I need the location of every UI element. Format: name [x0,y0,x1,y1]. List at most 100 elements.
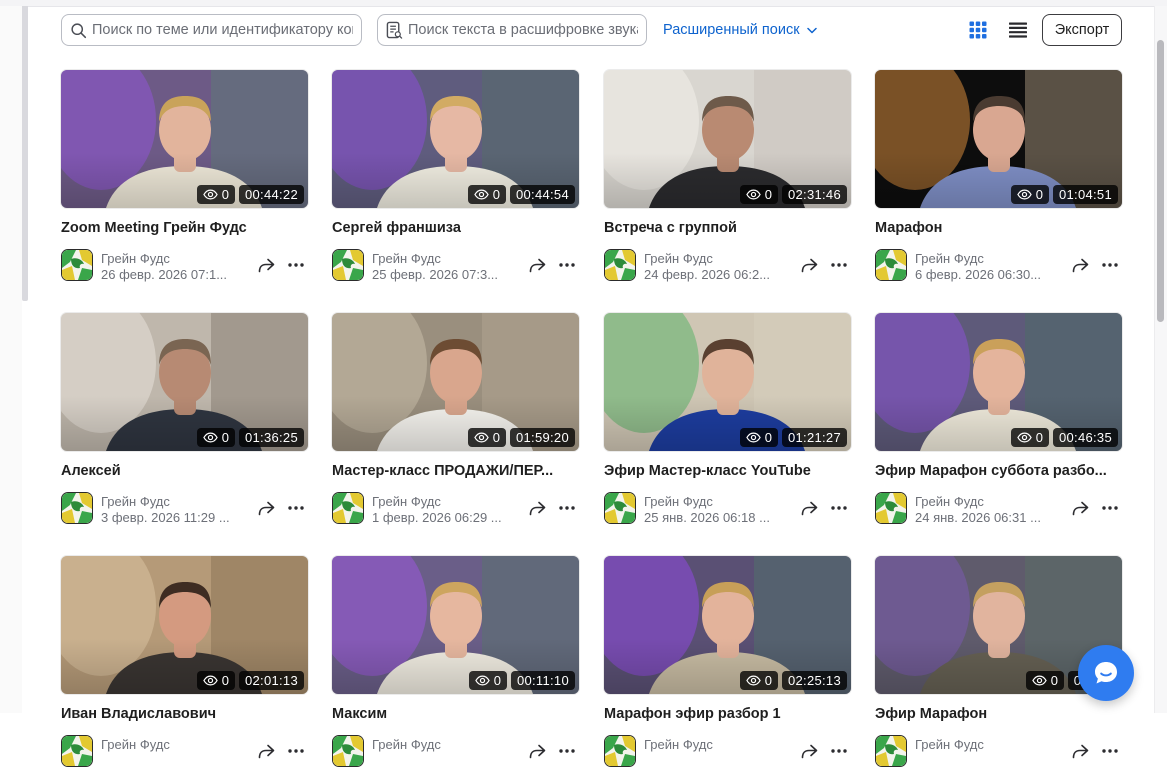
grid-view-button[interactable] [966,18,990,42]
recording-title[interactable]: Встреча с группой [604,220,851,236]
recording-title[interactable]: Алексей [61,463,308,479]
share-arrow-icon [529,258,545,272]
more-options-button[interactable] [1099,740,1121,762]
owner-avatar [61,492,93,524]
share-button[interactable] [255,497,277,519]
recording-thumbnail[interactable]: 0 00:11:10 [332,556,579,694]
recording-date: 24 янв. 2026 06:31 ... [915,510,1041,525]
share-button[interactable] [1069,497,1091,519]
view-count-badge: 0 [196,428,235,447]
view-count: 0 [493,673,501,688]
recording-title[interactable]: Эфир Марафон [875,706,1122,722]
recording-thumbnail[interactable]: 0 00:44:54 [332,70,579,208]
recording-thumbnail[interactable]: 0 02:31:46 [604,70,851,208]
owner-name: Грейн Фудс [372,251,441,266]
owner-name: Грейн Фудс [644,737,713,752]
more-horizontal-icon [288,749,304,753]
share-arrow-icon [801,501,817,515]
more-options-button[interactable] [828,254,850,276]
more-options-button[interactable] [285,254,307,276]
recording-title[interactable]: Сергей франшиза [332,220,579,236]
owner-avatar [332,492,364,524]
transcript-search-input[interactable] [408,22,638,38]
more-options-button[interactable] [1099,254,1121,276]
view-count-badge: 0 [196,185,235,204]
recording-title[interactable]: Марафон [875,220,1122,236]
export-button[interactable]: Экспорт [1042,14,1122,46]
more-options-button[interactable] [1099,497,1121,519]
recording-title[interactable]: Иван Владиславович [61,706,308,722]
recording-title[interactable]: Мастер-класс ПРОДАЖИ/ПЕР... [332,463,579,479]
recording-thumbnail[interactable]: 0 02:01:13 [61,556,308,694]
more-options-button[interactable] [556,740,578,762]
owner-avatar [332,249,364,281]
recording-card[interactable]: 0 01:04:51 Марафон Грейн Фудс 6 февр. 20… [875,70,1122,295]
list-view-button[interactable] [1006,18,1030,42]
recording-card[interactable]: 0 00:44:22 Zoom Meeting Грейн Фудс Грейн… [61,70,308,295]
eye-icon [746,675,761,686]
recording-title[interactable]: Эфир Марафон суббота разбо... [875,463,1122,479]
more-options-button[interactable] [556,497,578,519]
more-options-button[interactable] [828,740,850,762]
recording-card[interactable]: 0 02:25:13 Марафон эфир разбор 1 Грейн Ф… [604,556,851,781]
recording-card[interactable]: 0 02:31:46 Встреча с группой Грейн Фудс … [604,70,851,295]
share-button[interactable] [255,740,277,762]
recording-title[interactable]: Эфир Мастер-класс YouTube [604,463,851,479]
share-arrow-icon [1072,744,1088,758]
eye-icon [1032,675,1047,686]
share-arrow-icon [258,258,274,272]
recording-title[interactable]: Максим [332,706,579,722]
recording-meta: Грейн Фудс 3 февр. 2026 11:29 ... [61,492,308,526]
duration-text: 00:11:10 [516,673,569,688]
advanced-search-dropdown[interactable]: Расширенный поиск [663,14,817,46]
share-button[interactable] [1069,254,1091,276]
more-options-button[interactable] [285,497,307,519]
share-button[interactable] [255,254,277,276]
recording-meta: Грейн Фудс 25 февр. 2026 07:3... [332,249,579,283]
page-scrollbar-thumb[interactable] [1157,40,1164,322]
recording-thumbnail[interactable]: 0 00:44:22 [61,70,308,208]
topic-search-box[interactable] [61,14,362,46]
recording-card[interactable]: 0 02:01:13 Иван Владиславович Грейн Фудс [61,556,308,781]
recording-title[interactable]: Марафон эфир разбор 1 [604,706,851,722]
recording-meta: Грейн Фудс 26 февр. 2026 07:1... [61,249,308,283]
support-chat-button[interactable] [1078,645,1134,701]
share-button[interactable] [798,740,820,762]
view-count-badge: 0 [1025,671,1064,690]
share-button[interactable] [798,497,820,519]
share-button[interactable] [798,254,820,276]
recording-title[interactable]: Zoom Meeting Грейн Фудс [61,220,308,236]
transcript-search-box[interactable] [377,14,647,46]
recording-card[interactable]: 0 00:11:10 Максим Грейн Фудс [332,556,579,781]
recording-card[interactable]: 0 01:21:27 Эфир Мастер-класс YouTube Гре… [604,313,851,538]
recording-thumbnail[interactable]: 0 01:59:20 [332,313,579,451]
duration-badge: 00:46:35 [1052,428,1118,447]
grid-view-icon [969,21,987,39]
share-button[interactable] [526,497,548,519]
share-button[interactable] [1069,740,1091,762]
recording-card[interactable]: 0 00:44:54 Сергей франшиза Грейн Фудс 25… [332,70,579,295]
duration-text: 01:36:25 [244,430,298,445]
recording-thumbnail[interactable]: 0 02:25:13 [604,556,851,694]
recording-thumbnail[interactable]: 0 01:36:25 [61,313,308,451]
recording-card[interactable]: 0 01:36:25 Алексей Грейн Фудс 3 февр. 20… [61,313,308,538]
owner-avatar [604,249,636,281]
recording-thumbnail[interactable]: 0 01:04:51 [875,70,1122,208]
recording-thumbnail[interactable]: 0 00:46:35 [875,313,1122,451]
recording-card[interactable]: 0 00:46:35 Эфир Марафон суббота разбо...… [875,313,1122,538]
owner-avatar [604,492,636,524]
share-button[interactable] [526,254,548,276]
share-button[interactable] [526,740,548,762]
recording-card[interactable]: 0 01:59:20 Мастер-класс ПРОДАЖИ/ПЕР... Г… [332,313,579,538]
top-edge [0,0,1167,7]
recording-thumbnail[interactable]: 0 01:21:27 [604,313,851,451]
more-horizontal-icon [288,263,304,267]
owner-avatar [61,735,93,767]
more-options-button[interactable] [828,497,850,519]
more-options-button[interactable] [285,740,307,762]
view-count: 0 [764,430,772,445]
more-options-button[interactable] [556,254,578,276]
duration-badge: 02:25:13 [781,671,847,690]
duration-badge: 01:04:51 [1052,185,1118,204]
topic-search-input[interactable] [92,22,353,38]
